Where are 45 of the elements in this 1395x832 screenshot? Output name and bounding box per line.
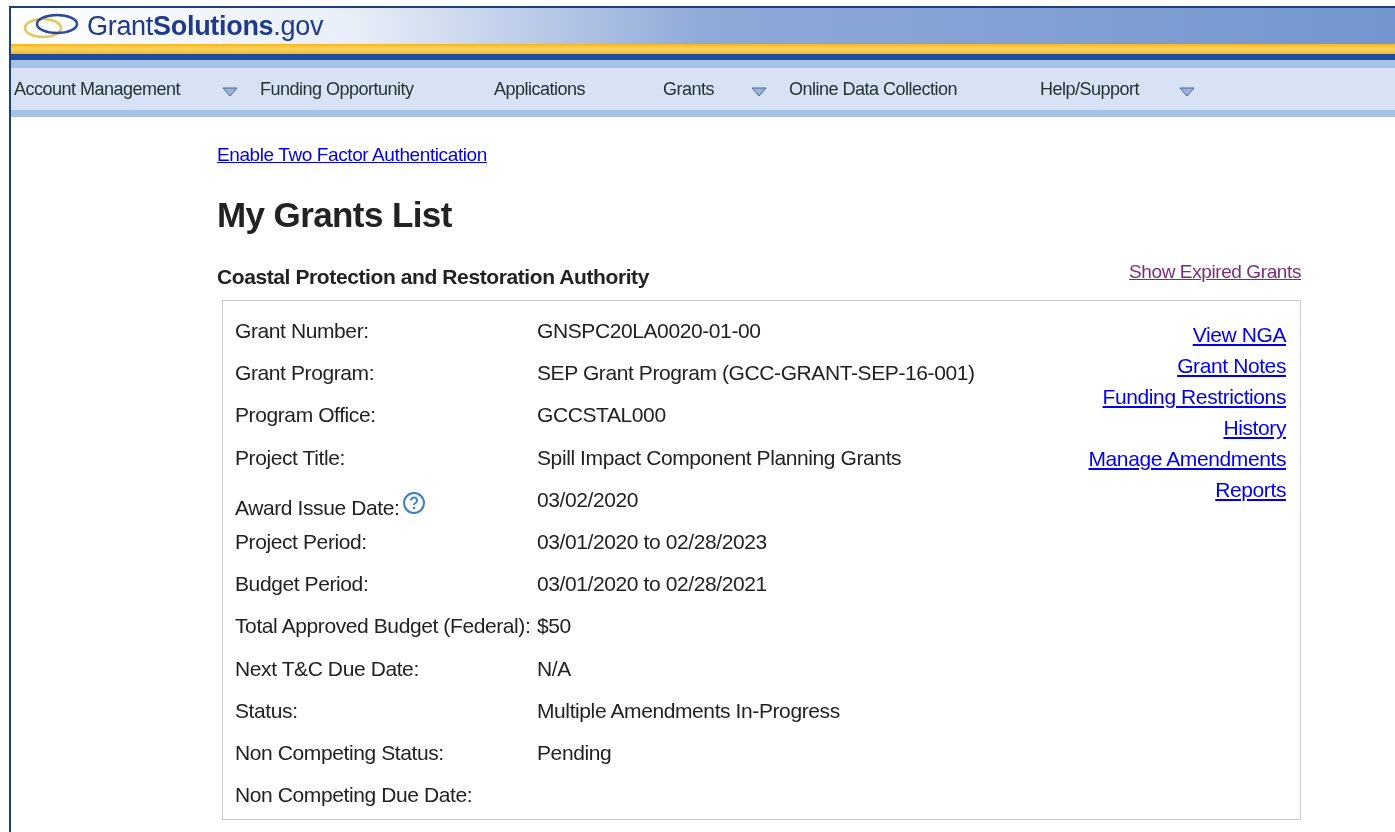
field-value: 03/02/2020: [537, 486, 639, 513]
grant-action-link[interactable]: History: [1223, 412, 1286, 443]
grant-action-link[interactable]: Grant Notes: [1177, 350, 1286, 381]
grant-action-link[interactable]: View NGA: [1192, 319, 1286, 350]
logo-icon: [21, 12, 81, 40]
field-label: Status:: [235, 698, 298, 722]
field-value: 03/01/2020 to 02/28/2023: [537, 528, 767, 555]
field-value: Multiple Amendments In-Progress: [537, 697, 840, 724]
organization-name: Coastal Protection and Restoration Authority: [217, 263, 649, 290]
field-label: Program Office:: [235, 403, 376, 427]
nav-menu-item[interactable]: Applications: [494, 78, 586, 99]
help-icon[interactable]: [403, 491, 426, 514]
field-value: 03/01/2020 to 02/28/2021: [537, 571, 767, 598]
grant-action-link[interactable]: Reports: [1215, 474, 1286, 505]
field-label: Project Title:: [235, 445, 345, 469]
dropdown-caret-icon[interactable]: [751, 87, 767, 97]
grant-action-link[interactable]: Manage Amendments: [1088, 443, 1286, 474]
show-expired-link[interactable]: Show Expired Grants: [1129, 257, 1301, 286]
two-factor-link[interactable]: Enable Two Factor Authentication: [217, 144, 487, 165]
field-label: Grant Program:: [235, 361, 375, 385]
field-value: GCCSTAL000: [537, 402, 666, 429]
field-label: Project Period:: [235, 529, 367, 553]
field-value: Pending: [537, 739, 612, 766]
site-logo-text: GrantSolutions.gov: [87, 12, 324, 40]
field-label: Non Competing Status:: [235, 740, 444, 764]
field-value: $50: [537, 613, 571, 640]
field-value: N/A: [537, 655, 571, 682]
nav-menu-item[interactable]: Account Management: [14, 78, 181, 99]
dropdown-caret-icon[interactable]: [1179, 87, 1195, 97]
nav-menu-item[interactable]: Help/Support: [1040, 78, 1140, 99]
field-value: GNSPC20LA0020-01-00: [537, 318, 761, 344]
field-value: SEP Grant Program (GCC-GRANT-SEP-16-001): [537, 360, 975, 387]
dropdown-caret-icon[interactable]: [222, 87, 238, 97]
field-label: Award Issue Date:: [235, 495, 400, 519]
grant-action-link[interactable]: Funding Restrictions: [1102, 381, 1286, 412]
nav-menu-item[interactable]: Grants: [663, 78, 715, 99]
field-value: Spill Impact Component Planning Grants: [537, 444, 902, 471]
field-label: Next T&C Due Date:: [235, 656, 419, 680]
field-label: Budget Period:: [235, 572, 369, 596]
field-label: Non Competing Due Date:: [235, 783, 473, 807]
nav-menu-item[interactable]: Funding Opportunity: [260, 78, 414, 99]
field-label: Grant Number:: [235, 319, 369, 342]
field-label: Total Approved Budget (Federal):: [235, 614, 531, 638]
nav-menu-item[interactable]: Online Data Collection: [789, 78, 958, 99]
page-title: My Grants List: [217, 193, 453, 236]
